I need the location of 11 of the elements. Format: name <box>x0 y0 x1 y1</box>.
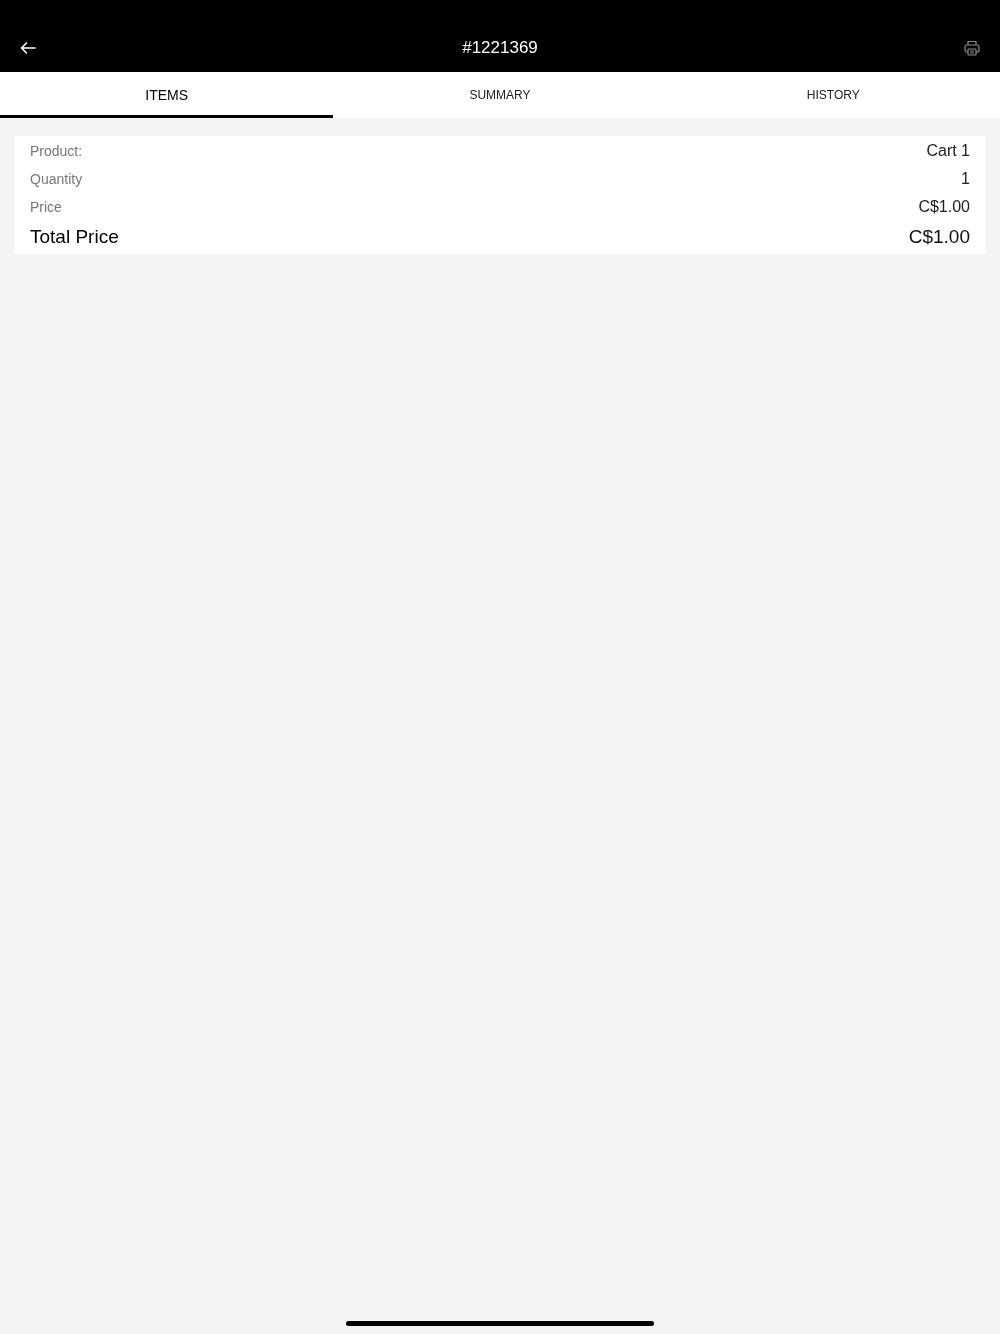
detail-value: 1 <box>961 170 970 188</box>
total-label: Total Price <box>30 226 119 248</box>
detail-label: Quantity <box>30 171 83 187</box>
detail-value: C$1.00 <box>918 198 970 216</box>
printer-icon <box>964 40 980 56</box>
order-number-title: #1221369 <box>462 38 538 58</box>
detail-value: Cart 1 <box>926 142 970 160</box>
detail-label: Product: <box>30 143 83 159</box>
total-value: C$1.00 <box>908 226 970 248</box>
back-arrow-icon <box>20 42 36 54</box>
detail-label: Price <box>30 199 62 215</box>
